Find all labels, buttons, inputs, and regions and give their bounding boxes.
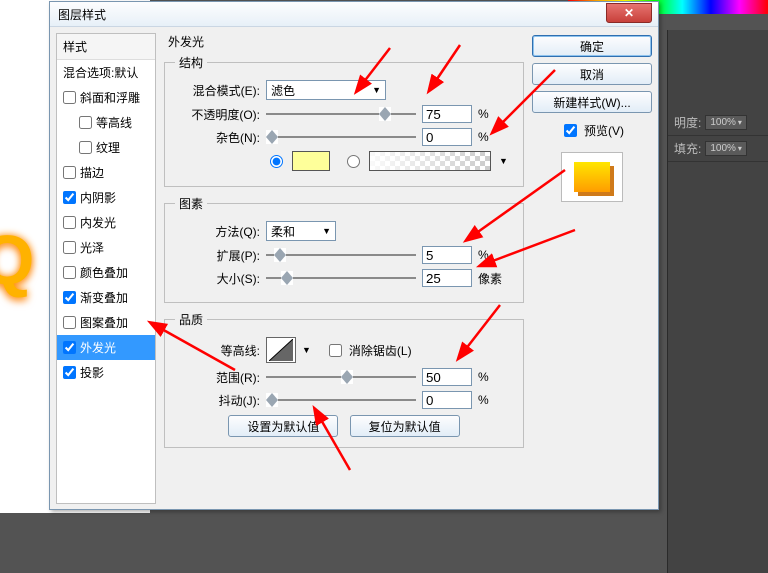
sidebar-item-texture[interactable]: 纹理 — [57, 135, 155, 160]
sidebar-item-outerglow[interactable]: 外发光 — [57, 335, 155, 360]
spread-input[interactable] — [422, 246, 472, 264]
technique-combo[interactable]: 柔和 ▼ — [266, 221, 336, 241]
check-outerglow[interactable] — [63, 341, 76, 354]
elements-group: 图素 方法(Q): 柔和 ▼ 扩展(P): % 大小(S): — [164, 195, 524, 303]
preview-label: 预览(V) — [584, 122, 624, 139]
layer-fill-value[interactable]: 100%▾ — [705, 141, 747, 156]
opacity-label: 不透明度(O): — [175, 106, 260, 123]
check-coloroverlay[interactable] — [63, 266, 76, 279]
quality-legend: 品质 — [175, 311, 207, 328]
contour-picker[interactable] — [266, 337, 296, 363]
blending-options-row[interactable]: 混合选项:默认 — [57, 60, 155, 85]
glow-color-swatch[interactable] — [292, 151, 330, 171]
noise-input[interactable] — [422, 128, 472, 146]
sidebar-item-bevel[interactable]: 斜面和浮雕 — [57, 85, 155, 110]
sidebar-item-coloroverlay[interactable]: 颜色叠加 — [57, 260, 155, 285]
layer-opacity-label: 明度: — [674, 114, 701, 131]
jitter-input[interactable] — [422, 391, 472, 409]
layers-panel: 明度: 100%▾ 填充: 100%▾ — [667, 30, 768, 573]
antialias-checkbox[interactable]: 消除锯齿(L) — [325, 341, 412, 360]
new-style-button[interactable]: 新建样式(W)... — [532, 91, 652, 113]
size-input[interactable] — [422, 269, 472, 287]
range-label: 范围(R): — [175, 369, 260, 386]
color-solid-radio[interactable] — [265, 152, 286, 171]
reset-default-button[interactable]: 复位为默认值 — [350, 415, 460, 437]
check-innershadow[interactable] — [63, 191, 76, 204]
ok-button[interactable]: 确定 — [532, 35, 652, 57]
check-stroke[interactable] — [63, 166, 76, 179]
spread-slider[interactable] — [266, 248, 416, 262]
technique-label: 方法(Q): — [175, 223, 260, 240]
opacity-input[interactable] — [422, 105, 472, 123]
sidebar-item-patoverlay[interactable]: 图案叠加 — [57, 310, 155, 335]
sidebar-item-contour[interactable]: 等高线 — [57, 110, 155, 135]
chevron-down-icon: ▼ — [372, 85, 381, 95]
check-innerglow[interactable] — [63, 216, 76, 229]
styles-list: 样式 混合选项:默认 斜面和浮雕 等高线 纹理 描边 内阴影 内发光 光泽 颜色… — [56, 33, 156, 504]
settings-panel: 外发光 结构 混合模式(E): 滤色 ▼ 不透明度(O): % — [156, 27, 532, 510]
check-contour[interactable] — [79, 116, 92, 129]
range-slider[interactable] — [266, 370, 416, 384]
chevron-down-icon: ▼ — [322, 226, 331, 236]
check-bevel[interactable] — [63, 91, 76, 104]
sidebar-item-innershadow[interactable]: 内阴影 — [57, 185, 155, 210]
set-default-button[interactable]: 设置为默认值 — [228, 415, 338, 437]
structure-group: 结构 混合模式(E): 滤色 ▼ 不透明度(O): % 杂色(N): — [164, 54, 524, 187]
size-label: 大小(S): — [175, 270, 260, 287]
preview-swatch — [561, 152, 623, 202]
preview-checkbox[interactable] — [564, 124, 577, 137]
quality-group: 品质 等高线: ▼ 消除锯齿(L) 范围(R): % — [164, 311, 524, 448]
jitter-label: 抖动(J): — [175, 392, 260, 409]
styles-header: 样式 — [57, 34, 155, 60]
check-gradoverlay[interactable] — [63, 291, 76, 304]
dialog-title: 图层样式 — [58, 6, 106, 23]
check-satin[interactable] — [63, 241, 76, 254]
range-input[interactable] — [422, 368, 472, 386]
panel-title: 外发光 — [164, 33, 524, 54]
layer-style-dialog: 图层样式 ✕ 样式 混合选项:默认 斜面和浮雕 等高线 纹理 描边 内阴影 内发… — [49, 1, 659, 510]
sidebar-item-innerglow[interactable]: 内发光 — [57, 210, 155, 235]
sidebar-item-stroke[interactable]: 描边 — [57, 160, 155, 185]
structure-legend: 结构 — [175, 54, 207, 71]
layer-fill-label: 填充: — [674, 140, 701, 157]
sidebar-item-gradoverlay[interactable]: 渐变叠加 — [57, 285, 155, 310]
sidebar-item-satin[interactable]: 光泽 — [57, 235, 155, 260]
noise-slider[interactable] — [266, 130, 416, 144]
chevron-down-icon[interactable]: ▼ — [302, 345, 311, 355]
layer-opacity-value[interactable]: 100%▾ — [705, 115, 747, 130]
chevron-down-icon[interactable]: ▼ — [499, 156, 508, 166]
contour-label: 等高线: — [175, 342, 260, 359]
sidebar-item-dropshadow[interactable]: 投影 — [57, 360, 155, 385]
glow-gradient-swatch[interactable] — [369, 151, 491, 171]
spread-label: 扩展(P): — [175, 247, 260, 264]
check-patoverlay[interactable] — [63, 316, 76, 329]
right-buttons: 确定 取消 新建样式(W)... 预览(V) — [532, 27, 658, 510]
close-icon: ✕ — [624, 6, 634, 20]
elements-legend: 图素 — [175, 195, 207, 212]
opacity-slider[interactable] — [266, 107, 416, 121]
blend-mode-combo[interactable]: 滤色 ▼ — [266, 80, 386, 100]
check-dropshadow[interactable] — [63, 366, 76, 379]
cancel-button[interactable]: 取消 — [532, 63, 652, 85]
jitter-slider[interactable] — [266, 393, 416, 407]
noise-label: 杂色(N): — [175, 129, 260, 146]
check-texture[interactable] — [79, 141, 92, 154]
color-gradient-radio[interactable] — [342, 152, 363, 171]
titlebar[interactable]: 图层样式 ✕ — [50, 2, 658, 27]
sample-letter-q: Q — [0, 220, 34, 300]
close-button[interactable]: ✕ — [606, 3, 652, 23]
blend-label: 混合模式(E): — [175, 82, 260, 99]
size-slider[interactable] — [266, 271, 416, 285]
